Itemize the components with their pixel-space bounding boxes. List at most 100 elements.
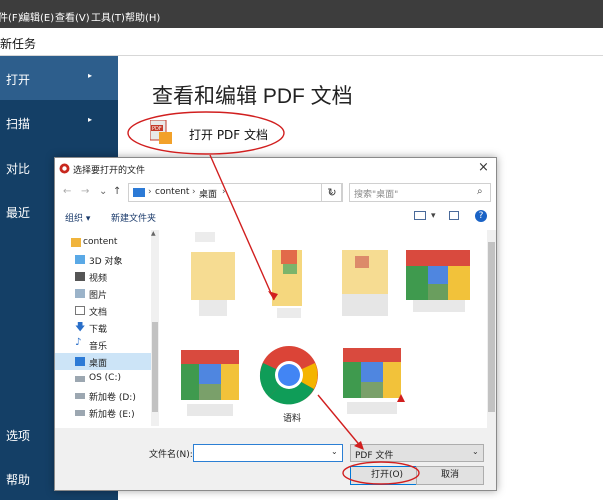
address-bar[interactable]: › content › 桌面 › ⌄ [128, 183, 342, 202]
cube-icon [75, 255, 85, 264]
chevron-down-icon[interactable]: ⌄ [331, 447, 338, 456]
svg-text:PDF: PDF [152, 126, 162, 132]
tree-item-label: 视频 [89, 274, 108, 284]
tree-item-pictures[interactable]: 图片 [55, 285, 151, 302]
cancel-button[interactable]: 取消 [416, 466, 484, 485]
filename-label: 文件名(N): [149, 450, 193, 460]
chevron-right-icon: › [192, 187, 196, 197]
tree-item-documents[interactable]: 文档 [55, 302, 151, 319]
file-thumbnail[interactable] [272, 250, 302, 318]
chrome-file-icon[interactable] [259, 345, 319, 405]
filetype-value: PDF 文件 [355, 451, 394, 461]
sidebar-item-label: 扫描 [6, 117, 31, 131]
file-grid [165, 228, 487, 428]
file-thumbnail[interactable] [342, 250, 388, 316]
sidebar-item-scan[interactable]: 扫描 ▸ [0, 100, 118, 144]
sidebar-item-label: 对比 [6, 162, 31, 176]
menu-edit[interactable]: 编辑(E) [20, 9, 54, 24]
file-thumbnails [181, 232, 470, 416]
dialog-titlebar: 选择要打开的文件 × [55, 158, 496, 180]
tree-item-drive-e[interactable]: 新加卷 (E:) [55, 404, 151, 421]
drive-icon [75, 410, 85, 416]
refresh-icon[interactable]: ↻ [321, 183, 343, 202]
tree-item-label: 桌面 [89, 359, 108, 369]
menu-help[interactable]: 帮助(H) [125, 9, 160, 24]
tree-item-desktop[interactable]: 桌面 [55, 353, 151, 370]
music-icon: ♪ [75, 337, 82, 348]
menu-bar: 件(F) 编辑(E) 查看(V) 工具(T) 帮助(H) [0, 0, 603, 28]
file-scrollbar[interactable] [487, 230, 496, 428]
app-logo-icon [59, 163, 70, 174]
tree-item-label: 新加卷 (E:) [89, 410, 135, 420]
task-bar: 新任务 [0, 28, 603, 56]
desktop-icon [75, 357, 85, 366]
tree-item-music[interactable]: ♪ 音乐 [55, 336, 151, 353]
folder-tree: content 3D 对象 视频 图片 文档 🡇 下载 ♪ 音乐 桌面 OS (… [55, 230, 161, 426]
tree-item-label: content [83, 237, 118, 247]
chevron-right-icon: ▸ [88, 71, 93, 80]
open-pdf-link[interactable]: PDF 打开 PDF 文档 [150, 120, 290, 150]
search-placeholder: 搜索"桌面" [354, 190, 399, 200]
tree-item-downloads[interactable]: 🡇 下载 [55, 319, 151, 336]
tree-item-label: 新加卷 (D:) [89, 393, 136, 403]
document-icon [75, 306, 85, 315]
view-mode-icon[interactable] [414, 211, 426, 220]
tree-item-label: 图片 [89, 291, 108, 301]
pdf-file-icon: PDF [150, 120, 172, 144]
chevron-right-icon: › [148, 187, 152, 197]
new-folder-button[interactable]: 新建文件夹 [111, 211, 156, 224]
drive-icon [75, 376, 85, 382]
preview-pane-icon[interactable] [449, 211, 459, 220]
chevron-down-icon: ⌄ [472, 447, 479, 456]
sidebar-item-label: 最近 [6, 206, 31, 220]
open-button[interactable]: 打开(O) [350, 466, 424, 485]
open-file-dialog: 选择要打开的文件 × ← → ⌄ ↑ › content › 桌面 › ⌄ ↻ … [54, 157, 497, 491]
tree-item-label: 音乐 [89, 342, 108, 352]
file-thumbnail[interactable] [343, 348, 405, 414]
page-title: 查看和编辑 PDF 文档 [152, 85, 353, 108]
filename-input[interactable]: ⌄ [193, 444, 343, 462]
tree-item-label: 下载 [89, 325, 108, 335]
filetype-select[interactable]: PDF 文件 ⌄ [350, 444, 484, 462]
scroll-up-icon[interactable]: ▲ [151, 230, 156, 237]
tree-item-3d[interactable]: 3D 对象 [55, 251, 151, 268]
chevron-right-icon: › [222, 187, 226, 197]
scrollbar-thumb[interactable] [488, 242, 495, 412]
file-thumbnail[interactable] [181, 350, 239, 416]
breadcrumb-content[interactable]: content [155, 187, 189, 197]
help-icon[interactable]: ? [475, 210, 487, 222]
file-thumbnail[interactable] [406, 250, 470, 312]
user-folder-icon [71, 238, 81, 247]
menu-view[interactable]: 查看(V) [55, 9, 90, 24]
drive-icon [75, 393, 85, 399]
tree-item-content[interactable]: content [55, 234, 151, 251]
sidebar-item-open[interactable]: 打开 ▸ [0, 56, 118, 100]
search-icon: ⌕ [477, 186, 483, 197]
scrollbar-thumb[interactable] [152, 322, 158, 412]
download-icon: 🡇 [75, 322, 86, 333]
video-icon [75, 272, 85, 281]
file-thumbnail[interactable] [191, 232, 235, 316]
menu-file[interactable]: 件(F) [0, 9, 22, 24]
file-label[interactable]: 语料 [283, 411, 301, 424]
dialog-toolbar: 组织 ▾ 新建文件夹 ▾ ? [55, 206, 496, 228]
up-arrow-icon[interactable]: ↑ [113, 186, 121, 197]
breadcrumb-desktop[interactable]: 桌面 [199, 187, 217, 200]
back-arrow-icon[interactable]: ← [63, 186, 71, 197]
tree-item-drive-c[interactable]: OS (C:) [55, 370, 151, 387]
search-input[interactable]: 搜索"桌面" ⌕ [349, 183, 491, 202]
sidebar-item-label: 帮助 [6, 473, 31, 487]
forward-arrow-icon[interactable]: → [81, 186, 89, 197]
tree-item-drive-d[interactable]: 新加卷 (D:) [55, 387, 151, 404]
tree-scrollbar[interactable]: ▲ [151, 230, 159, 426]
sidebar-item-label: 打开 [6, 73, 31, 87]
close-icon[interactable]: × [478, 160, 489, 175]
menu-tools[interactable]: 工具(T) [91, 9, 125, 24]
organize-button[interactable]: 组织 ▾ [65, 211, 90, 224]
tree-item-videos[interactable]: 视频 [55, 268, 151, 285]
picture-icon [75, 289, 85, 298]
sidebar-item-label: 选项 [6, 429, 31, 443]
chevron-down-icon[interactable]: ▾ [431, 211, 436, 221]
chevron-down-icon[interactable]: ⌄ [99, 186, 107, 197]
tree-item-label: 文档 [89, 308, 108, 318]
